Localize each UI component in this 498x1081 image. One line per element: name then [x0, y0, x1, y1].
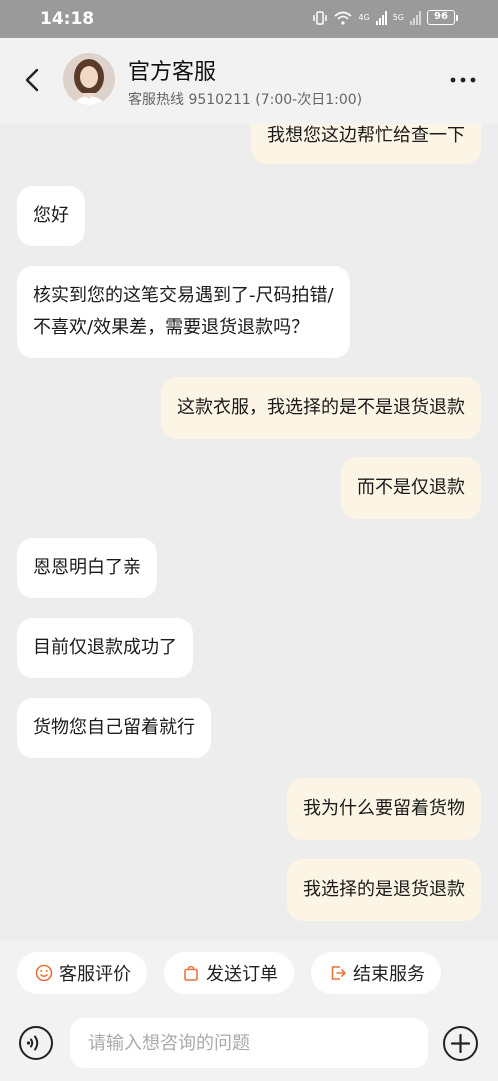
network-label-1: 4G	[358, 13, 370, 22]
end-service-button[interactable]: 结束服务	[311, 952, 441, 994]
input-bar	[0, 1004, 498, 1081]
agent-avatar[interactable]	[63, 53, 115, 105]
chat-messages[interactable]: 我想您这边帮忙给查一下 您好 核实到您的这笔交易遇到了-尺码拍错/ 不喜欢/效果…	[0, 124, 498, 940]
rate-service-button[interactable]: 客服评价	[17, 952, 147, 994]
exit-icon	[331, 966, 346, 980]
message-input[interactable]	[70, 1018, 428, 1068]
status-time: 14:18	[40, 9, 95, 29]
message-out[interactable]: 而不是仅退款	[341, 457, 481, 519]
status-bar: 14:18 4G 5G 96	[0, 0, 498, 38]
wifi-icon	[334, 11, 352, 25]
battery-level: 96	[427, 10, 455, 25]
network-label-2: 5G	[392, 13, 404, 22]
plus-icon[interactable]	[442, 1025, 479, 1062]
signal-icon-2	[410, 10, 421, 25]
quick-actions: 客服评价 发送订单 结束服务	[0, 940, 498, 1004]
back-icon[interactable]	[18, 62, 48, 98]
vibrate-icon	[313, 10, 328, 25]
shopping-bag-icon	[184, 965, 198, 981]
chat-header: 官方客服 客服热线 9510211 (7:00-次日1:00)	[0, 38, 498, 124]
message-in[interactable]: 目前仅退款成功了	[17, 618, 193, 678]
message-out[interactable]: 我为什么要留着货物	[287, 778, 481, 840]
message-in[interactable]: 恩恩明白了亲	[17, 538, 157, 598]
page-title: 官方客服	[128, 60, 217, 85]
smiley-icon	[35, 964, 53, 982]
more-icon[interactable]	[448, 72, 478, 88]
message-in[interactable]: 货物您自己留着就行	[17, 698, 211, 758]
voice-icon[interactable]	[18, 1025, 54, 1061]
message-in[interactable]: 您好	[17, 186, 85, 246]
battery-icon: 96	[427, 10, 458, 25]
hotline-info: 客服热线 9510211 (7:00-次日1:00)	[128, 92, 363, 108]
send-order-button[interactable]: 发送订单	[164, 952, 294, 994]
signal-icon-1	[375, 10, 387, 25]
message-out[interactable]: 我选择的是退货退款	[287, 859, 481, 921]
message-out[interactable]: 这款衣服，我选择的是不是退货退款	[161, 377, 481, 439]
message-out[interactable]: 我想您这边帮忙给查一下	[251, 124, 481, 164]
message-in[interactable]: 核实到您的这笔交易遇到了-尺码拍错/ 不喜欢/效果差，需要退货退款吗？	[17, 266, 350, 358]
status-icons: 4G 5G 96	[312, 10, 458, 25]
